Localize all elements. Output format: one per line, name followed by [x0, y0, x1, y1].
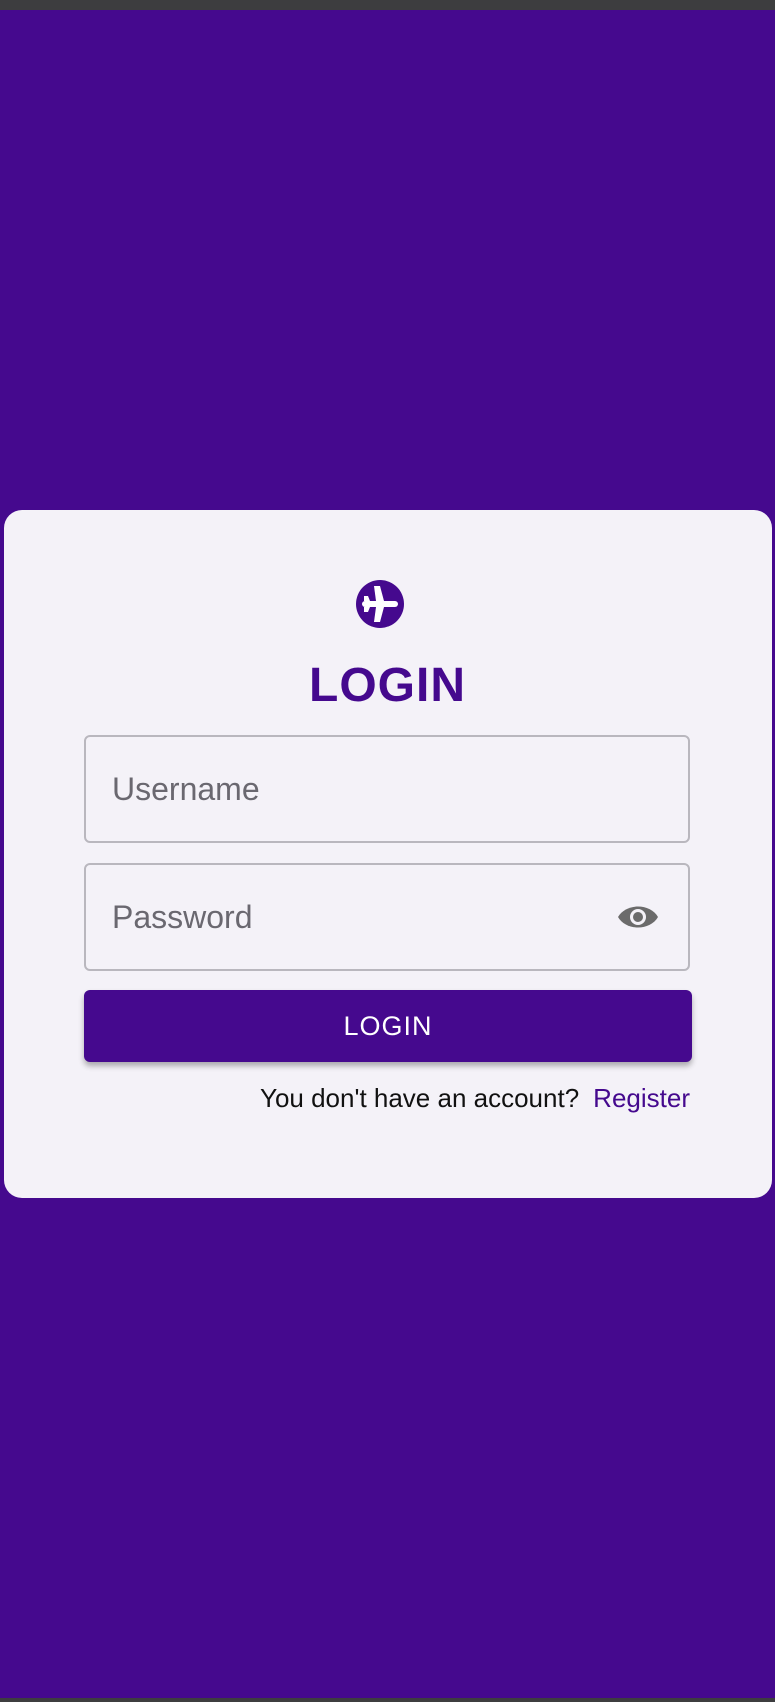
username-input[interactable] — [112, 737, 632, 841]
password-input[interactable] — [112, 865, 632, 969]
navigation-bar — [0, 1698, 775, 1702]
status-bar — [0, 0, 775, 10]
username-field[interactable] — [84, 735, 690, 843]
airplane-icon — [356, 580, 404, 628]
login-button[interactable]: LOGIN — [84, 990, 692, 1062]
register-prompt: You don't have an account? — [260, 1083, 580, 1113]
register-row: You don't have an account? Register — [0, 1080, 690, 1116]
eye-icon[interactable] — [616, 901, 660, 933]
page-title: LOGIN — [309, 659, 466, 712]
register-link[interactable]: Register — [593, 1083, 690, 1113]
password-field[interactable] — [84, 863, 690, 971]
